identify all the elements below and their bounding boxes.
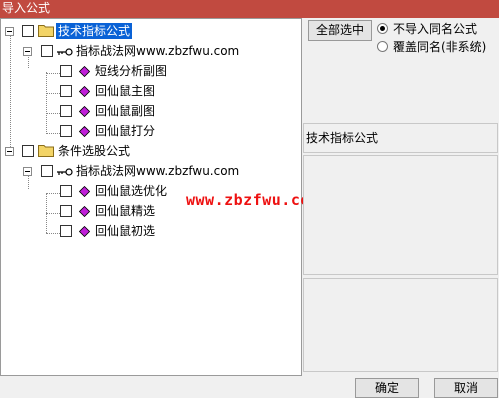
author-checkbox[interactable] [41, 165, 53, 177]
formula-checkbox[interactable] [60, 225, 72, 237]
formula-label[interactable]: 短线分析副图 [95, 63, 167, 79]
folder-icon [38, 25, 54, 37]
window-title: 导入公式 [2, 1, 51, 15]
formula-diamond-icon [79, 66, 90, 77]
formula-label[interactable]: 回仙鼠主图 [95, 83, 155, 99]
tree-group-row[interactable]: 条件选股公式 [1, 141, 301, 161]
author-label[interactable]: 指标战法网www.zbzfwu.com [76, 163, 239, 179]
key-icon [57, 168, 73, 176]
author-label[interactable]: 指标战法网www.zbzfwu.com [76, 43, 239, 59]
radio-label[interactable]: 覆盖同名(非系统) [393, 39, 486, 55]
formula-diamond-icon [79, 106, 90, 117]
formula-diamond-icon [79, 126, 90, 137]
formula-diamond-icon [79, 86, 90, 97]
group-label[interactable]: 技术指标公式 [56, 23, 133, 39]
formula-label[interactable]: 回仙鼠副图 [95, 103, 155, 119]
collapse-toggle[interactable] [23, 47, 32, 56]
site-watermark: www.zbzfwu.com [186, 191, 320, 209]
ok-button[interactable]: 确定 [355, 378, 419, 398]
formula-diamond-icon [79, 186, 90, 197]
title-bar: 导入公式 [0, 0, 499, 18]
formula-checkbox[interactable] [60, 85, 72, 97]
group-checkbox[interactable] [22, 25, 34, 37]
formula-diamond-icon [79, 226, 90, 237]
selected-group-label: 技术指标公式 [306, 131, 379, 145]
group-info-box: 技术指标公式 [303, 123, 498, 153]
collapse-toggle[interactable] [5, 27, 14, 36]
formula-item[interactable]: 短线分析副图 [1, 61, 301, 81]
group-label[interactable]: 条件选股公式 [58, 143, 130, 159]
collapse-toggle[interactable] [23, 167, 32, 176]
formula-label[interactable]: 回仙鼠打分 [95, 123, 155, 139]
collapse-toggle[interactable] [5, 147, 14, 156]
radio-skip-duplicates[interactable]: 不导入同名公式 [377, 20, 497, 38]
detail-box [303, 278, 498, 372]
formula-checkbox[interactable] [60, 185, 72, 197]
description-box [303, 155, 498, 275]
formula-item[interactable]: 回仙鼠副图 [1, 101, 301, 121]
group-checkbox[interactable] [22, 145, 34, 157]
formula-checkbox[interactable] [60, 125, 72, 137]
formula-checkbox[interactable] [60, 65, 72, 77]
formula-item[interactable]: 回仙鼠主图 [1, 81, 301, 101]
formula-label[interactable]: 回仙鼠选优化 [95, 183, 167, 199]
formula-item[interactable]: 回仙鼠打分 [1, 121, 301, 141]
formula-label[interactable]: 回仙鼠精选 [95, 203, 155, 219]
radio-overwrite[interactable]: 覆盖同名(非系统) [377, 38, 497, 56]
radio-label[interactable]: 不导入同名公式 [393, 21, 477, 37]
formula-checkbox[interactable] [60, 105, 72, 117]
formula-label[interactable]: 回仙鼠初选 [95, 223, 155, 239]
cancel-button[interactable]: 取消 [434, 378, 498, 398]
select-all-button[interactable]: 全部选中 [308, 20, 372, 41]
folder-icon [38, 145, 54, 157]
radio-button[interactable] [377, 23, 388, 34]
key-icon [57, 48, 73, 56]
formula-item[interactable]: 回仙鼠初选 [1, 221, 301, 241]
tree-group-row[interactable]: 技术指标公式 [1, 21, 301, 41]
radio-button[interactable] [377, 41, 388, 52]
tree-author-row[interactable]: 指标战法网www.zbzfwu.com [1, 161, 301, 181]
formula-checkbox[interactable] [60, 205, 72, 217]
tree-author-row[interactable]: 指标战法网www.zbzfwu.com [1, 41, 301, 61]
formula-diamond-icon [79, 206, 90, 217]
author-checkbox[interactable] [41, 45, 53, 57]
